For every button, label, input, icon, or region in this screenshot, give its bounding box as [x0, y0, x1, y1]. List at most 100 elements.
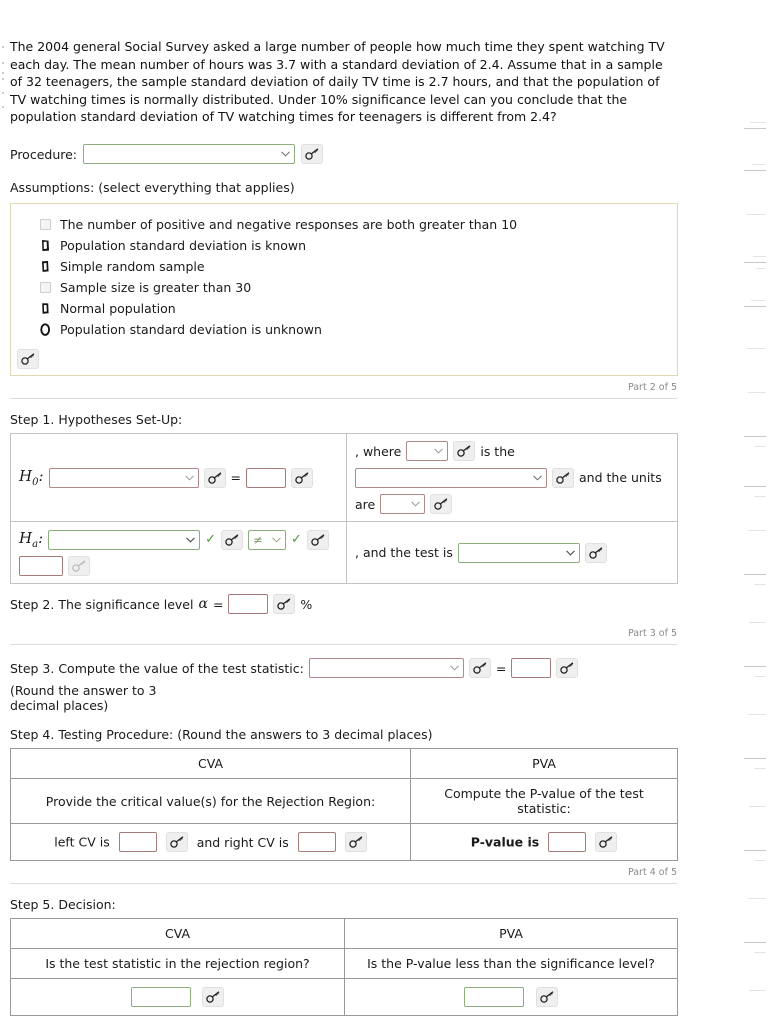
h0-value-input[interactable]	[246, 467, 287, 488]
ha-parameter-correct-check-icon: ✓	[205, 532, 217, 548]
table-row: Is the test statistic in the rejection r…	[10, 948, 678, 980]
ha-value-hint-key-icon[interactable]	[68, 556, 90, 577]
pva-decision-hint-key-icon[interactable]	[535, 987, 558, 1008]
test-hint-key-icon[interactable]	[584, 542, 607, 563]
test-cell: , and the test is	[346, 521, 678, 585]
table-row: H0: = , where is the and the units are	[10, 432, 678, 523]
checkbox-checked-icon[interactable]	[40, 302, 51, 315]
cva-decision-input[interactable]	[130, 987, 191, 1008]
units-hint-key-icon[interactable]	[430, 494, 453, 515]
checkbox-unchecked-icon[interactable]	[40, 219, 51, 231]
test-statistic-hint-key-icon[interactable]	[468, 658, 491, 679]
assumption-item[interactable]: The number of positive and negative resp…	[11, 214, 677, 235]
assumptions-title: Assumptions: (select everything that app…	[10, 180, 295, 196]
h0-symbol: H0:	[19, 467, 44, 489]
h0-row: H0: =	[19, 467, 338, 488]
step5-cva-answer-cell	[10, 978, 345, 1017]
units-select-wrap[interactable]	[380, 494, 426, 515]
test-select[interactable]	[457, 543, 580, 564]
descriptor-hint-key-icon[interactable]	[552, 467, 574, 488]
procedure-hint-key-icon[interactable]	[301, 144, 324, 165]
right-cv-input[interactable]	[297, 832, 336, 853]
table-row: Provide the critical value(s) for the Re…	[10, 778, 678, 825]
h0-parameter-select-wrap[interactable]	[48, 467, 199, 488]
procedure-label: Procedure:	[10, 146, 78, 162]
ha-operator-select-wrap[interactable]: ≠	[248, 530, 287, 551]
test-statistic-value-input[interactable]	[511, 658, 552, 679]
step4-table: CVA PVA Provide the critical value(s) fo…	[10, 748, 678, 862]
assumption-item[interactable]: Normal population	[11, 298, 677, 319]
ha-parameter-hint-key-icon[interactable]	[221, 529, 244, 550]
h0-operator: =	[230, 470, 242, 486]
assumption-label: Population standard deviation is unknown	[60, 322, 322, 338]
step5-pva-answer-cell	[344, 978, 678, 1017]
page-minimap[interactable]	[736, 0, 770, 1024]
pva-decision-input[interactable]	[464, 987, 524, 1008]
test-select-wrap[interactable]	[457, 543, 580, 564]
ha-operator-select[interactable]: ≠	[248, 530, 287, 551]
right-cv-hint-key-icon[interactable]	[344, 832, 367, 853]
divider	[10, 644, 677, 646]
where-symbol-select[interactable]	[406, 441, 449, 462]
checkbox-checked-icon[interactable]	[40, 323, 51, 337]
checkbox-unchecked-icon[interactable]	[40, 282, 51, 294]
assumption-label: The number of positive and negative resp…	[60, 217, 518, 233]
step4-pva-inputs-cell: P-value is	[410, 823, 678, 862]
step4-col-pva: PVA	[410, 748, 678, 780]
step4-col-cva: CVA	[10, 748, 411, 780]
procedure-select-wrap[interactable]	[83, 144, 296, 165]
step1-title: Step 1. Hypotheses Set-Up:	[10, 411, 183, 427]
hypotheses-table: H0: = , where is the and the units are H…	[10, 432, 678, 585]
procedure-select[interactable]	[83, 144, 296, 165]
where-row: , where is the	[355, 441, 669, 462]
step3-row: Step 3. Compute the value of the test st…	[10, 658, 705, 713]
ha-parameter-select[interactable]	[48, 530, 201, 551]
pvalue-input[interactable]	[548, 832, 587, 853]
cva-decision-hint-key-icon[interactable]	[202, 987, 225, 1008]
test-statistic-select[interactable]	[308, 658, 464, 679]
ha-value-row	[19, 556, 338, 577]
test-statistic-select-wrap[interactable]	[308, 658, 464, 679]
assumption-item[interactable]: Population standard deviation is known	[11, 235, 677, 256]
descriptor-select[interactable]	[355, 467, 547, 488]
right-cv-label: and right CV is	[196, 834, 289, 850]
step2-prefix: Step 2. The significance level	[10, 596, 194, 612]
h0-cell: H0: =	[10, 432, 347, 523]
part-label: Part 3 of 5	[627, 628, 677, 640]
left-cv-hint-key-icon[interactable]	[165, 832, 188, 853]
left-cv-input[interactable]	[118, 832, 157, 853]
assumption-item[interactable]: Simple random sample	[11, 256, 677, 277]
step3-equals: =	[495, 660, 507, 676]
ha-value-input[interactable]	[19, 556, 63, 577]
is-the-label: is the	[480, 443, 515, 459]
pvalue-hint-key-icon[interactable]	[595, 832, 618, 853]
worksheet-page: The 2004 general Social Survey asked a l…	[0, 0, 770, 1024]
units-select[interactable]	[380, 494, 426, 515]
h0-parameter-select[interactable]	[48, 467, 199, 488]
where-symbol-hint-key-icon[interactable]	[453, 441, 476, 462]
assumptions-hint-key-icon[interactable]	[17, 348, 39, 369]
significance-level-hint-key-icon[interactable]	[273, 594, 296, 615]
alpha-symbol: α	[198, 596, 208, 613]
where-symbol-select-wrap[interactable]	[406, 441, 449, 462]
significance-level-input[interactable]	[228, 594, 269, 615]
test-statistic-value-hint-key-icon[interactable]	[556, 658, 579, 679]
descriptor-select-wrap[interactable]	[355, 467, 547, 488]
ha-operator-hint-key-icon[interactable]	[306, 529, 329, 550]
assumption-label: Normal population	[60, 301, 176, 317]
ha-parameter-select-wrap[interactable]	[48, 530, 201, 551]
ha-row: Ha: ✓ ≠ ✓	[19, 529, 338, 550]
pvalue-label: P-value is	[470, 834, 540, 850]
step5-col-pva: PVA	[344, 918, 678, 950]
ha-cell: Ha: ✓ ≠ ✓	[10, 521, 347, 585]
assumption-item[interactable]: Population standard deviation is unknown	[11, 319, 677, 340]
h0-parameter-hint-key-icon[interactable]	[203, 467, 226, 488]
checkbox-checked-icon[interactable]	[40, 239, 51, 252]
checkbox-checked-icon[interactable]	[40, 260, 51, 273]
step4-cva-inputs-cell: left CV is and right CV is	[10, 823, 411, 862]
part-indicator-2: Part 2 of 5	[5, 382, 705, 402]
h0-value-hint-key-icon[interactable]	[291, 467, 314, 488]
units-row: are	[355, 494, 669, 515]
divider	[10, 883, 677, 885]
assumption-item[interactable]: Sample size is greater than 30	[11, 277, 677, 298]
